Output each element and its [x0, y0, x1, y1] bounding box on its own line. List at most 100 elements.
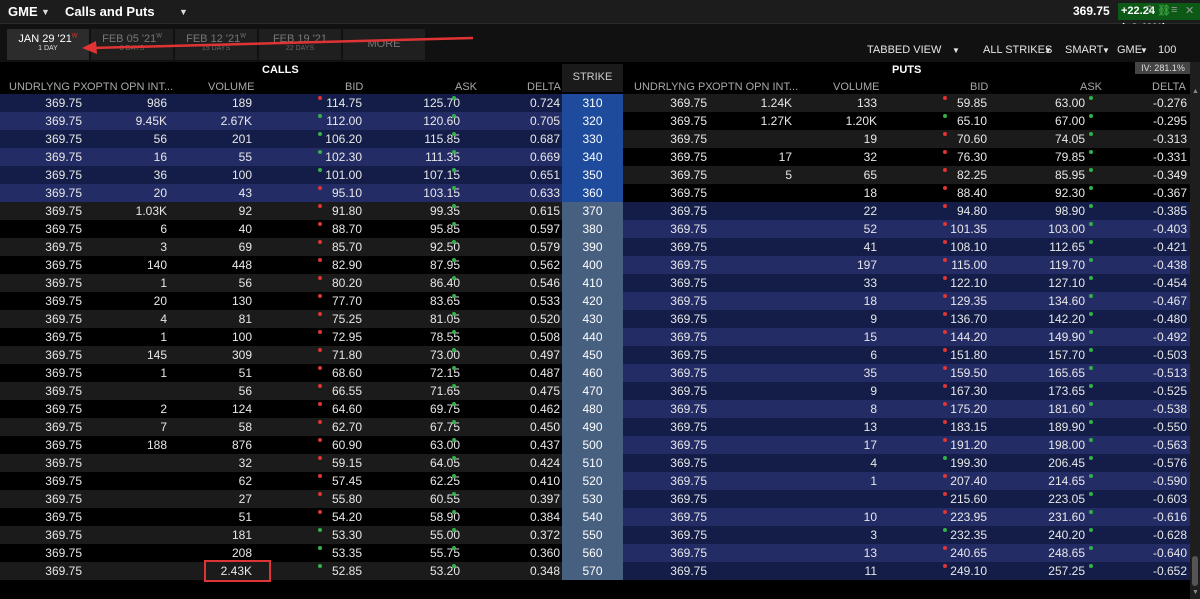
put-delta-cell[interactable]: -0.603 — [1153, 492, 1187, 506]
table-row[interactable]: 369.75 1 100 72.95 78.55 0.508 369.75 15 144.20 1… — [0, 328, 1190, 346]
put-undrlyng-px-cell[interactable]: 369.75 — [670, 330, 707, 344]
call-delta-cell[interactable]: 0.397 — [530, 492, 560, 506]
call-volume-cell[interactable]: 81 — [239, 312, 252, 326]
put-undrlyng-px-cell[interactable]: 369.75 — [670, 114, 707, 128]
call-bid-cell[interactable]: 75.25 — [332, 312, 362, 326]
caret-down-icon[interactable]: ▼ — [952, 46, 960, 55]
put-volume-cell[interactable]: 52 — [864, 222, 877, 236]
put-ask-cell[interactable]: 257.25 — [1048, 564, 1085, 578]
table-row[interactable]: 369.75 2.43K 52.85 53.20 0.348 369.75 11 249.10… — [0, 560, 1190, 582]
put-delta-cell[interactable]: -0.513 — [1153, 366, 1187, 380]
call-bid-cell[interactable]: 55.80 — [332, 492, 362, 506]
call-volume-cell[interactable]: 201 — [232, 132, 252, 146]
call-bid-cell[interactable]: 59.15 — [332, 456, 362, 470]
put-delta-cell[interactable]: -0.550 — [1153, 420, 1187, 434]
call-bid-cell[interactable]: 57.45 — [332, 474, 362, 488]
call-open-interest-cell[interactable]: 7 — [160, 420, 167, 434]
call-undrlyng-px-cell[interactable]: 369.75 — [45, 150, 82, 164]
put-ask-cell[interactable]: 231.60 — [1048, 510, 1085, 524]
table-row[interactable]: 369.75 36 100 101.00 107.15 0.651 369.75 5 65 82.… — [0, 166, 1190, 184]
table-row[interactable]: 369.75 6 40 88.70 95.85 0.597 369.75 52 101.35 10… — [0, 220, 1190, 238]
call-bid-cell[interactable]: 66.55 — [332, 384, 362, 398]
put-bid-cell[interactable]: 151.80 — [950, 348, 987, 362]
put-open-interest-cell[interactable]: 17 — [779, 150, 792, 164]
call-undrlyng-px-cell[interactable]: 369.75 — [45, 402, 82, 416]
put-undrlyng-px-cell[interactable]: 369.75 — [670, 510, 707, 524]
call-open-interest-cell[interactable]: 145 — [147, 348, 167, 362]
strike-cell[interactable]: 430 — [562, 310, 623, 328]
table-row[interactable]: 369.75 56 66.55 71.65 0.475 369.75 9 167.30 173.… — [0, 382, 1190, 400]
put-undrlyng-px-cell[interactable]: 369.75 — [670, 132, 707, 146]
call-delta-cell[interactable]: 0.579 — [530, 240, 560, 254]
call-undrlyng-px-cell[interactable]: 369.75 — [45, 222, 82, 236]
put-delta-cell[interactable]: -0.652 — [1153, 564, 1187, 578]
call-delta-cell[interactable]: 0.487 — [530, 366, 560, 380]
call-volume-cell[interactable]: 43 — [239, 186, 252, 200]
put-ask-cell[interactable]: 98.90 — [1055, 204, 1085, 218]
call-delta-cell[interactable]: 0.475 — [530, 384, 560, 398]
call-undrlyng-px-cell[interactable]: 369.75 — [45, 420, 82, 434]
call-open-interest-cell[interactable]: 6 — [160, 222, 167, 236]
put-undrlyng-px-cell[interactable]: 369.75 — [670, 348, 707, 362]
call-undrlyng-px-cell[interactable]: 369.75 — [45, 240, 82, 254]
put-ask-cell[interactable]: 92.30 — [1055, 186, 1085, 200]
put-bid-cell[interactable]: 191.20 — [950, 438, 987, 452]
put-volume-cell[interactable]: 18 — [864, 186, 877, 200]
call-volume-cell[interactable]: 181 — [232, 528, 252, 542]
put-volume-cell[interactable]: 65 — [864, 168, 877, 182]
call-bid-cell[interactable]: 106.20 — [325, 132, 362, 146]
put-undrlyng-px-cell[interactable]: 369.75 — [670, 402, 707, 416]
put-bid-cell[interactable]: 129.35 — [950, 294, 987, 308]
put-ask-cell[interactable]: 119.70 — [1049, 258, 1085, 272]
table-row[interactable]: 369.75 1 56 80.20 86.40 0.546 369.75 33 122.10 12… — [0, 274, 1190, 292]
put-bid-cell[interactable]: 76.30 — [957, 150, 987, 164]
put-volume-cell[interactable]: 33 — [864, 276, 877, 290]
put-ask-cell[interactable]: 149.90 — [1048, 330, 1085, 344]
strike-cell[interactable]: 360 — [562, 184, 623, 202]
put-delta-cell[interactable]: -0.616 — [1153, 510, 1187, 524]
put-volume-cell[interactable]: 4 — [870, 456, 877, 470]
put-volume-cell[interactable]: 197 — [857, 258, 877, 272]
put-volume-cell[interactable]: 3 — [870, 528, 877, 542]
strike-cell[interactable]: 450 — [562, 346, 623, 364]
table-row[interactable]: 369.75 2 124 64.60 69.75 0.462 369.75 8 175.20 18… — [0, 400, 1190, 418]
call-volume-cell[interactable]: 40 — [239, 222, 252, 236]
call-bid-cell[interactable]: 53.30 — [332, 528, 362, 542]
table-row[interactable]: 369.75 62 57.45 62.25 0.410 369.75 1 207.40 214.… — [0, 472, 1190, 490]
put-delta-cell[interactable]: -0.403 — [1153, 222, 1187, 236]
strike-cell[interactable]: 350 — [562, 166, 623, 184]
put-ask-cell[interactable]: 134.60 — [1048, 294, 1085, 308]
put-delta-cell[interactable]: -0.503 — [1153, 348, 1187, 362]
strike-cell[interactable]: 410 — [562, 274, 623, 292]
put-bid-cell[interactable]: 82.25 — [957, 168, 987, 182]
table-row[interactable]: 369.75 1 51 68.60 72.15 0.487 369.75 35 159.50 16… — [0, 364, 1190, 382]
put-ask-cell[interactable]: 63.00 — [1055, 96, 1085, 110]
underlying-selector[interactable]: GME — [1117, 44, 1142, 56]
put-volume-cell[interactable]: 9 — [870, 312, 877, 326]
put-delta-cell[interactable]: -0.563 — [1153, 438, 1187, 452]
call-delta-cell[interactable]: 0.450 — [530, 420, 560, 434]
tab-jan-29[interactable]: JAN 29 '21W 1 DAY — [7, 29, 89, 60]
call-open-interest-cell[interactable]: 20 — [154, 294, 167, 308]
call-open-interest-cell[interactable]: 1 — [160, 276, 167, 290]
put-delta-cell[interactable]: -0.525 — [1153, 384, 1187, 398]
call-undrlyng-px-cell[interactable]: 369.75 — [45, 492, 82, 506]
table-row[interactable]: 369.75 1.03K 92 91.80 99.35 0.615 369.75 22 94.8… — [0, 202, 1190, 220]
table-row[interactable]: 369.75 20 43 95.10 103.15 0.633 369.75 18 88.40 9… — [0, 184, 1190, 202]
call-open-interest-cell[interactable]: 36 — [154, 168, 167, 182]
put-undrlyng-px-cell[interactable]: 369.75 — [670, 240, 707, 254]
call-open-interest-cell[interactable]: 4 — [160, 312, 167, 326]
put-bid-cell[interactable]: 59.85 — [957, 96, 987, 110]
strike-cell[interactable]: 320 — [562, 112, 623, 130]
put-bid-cell[interactable]: 108.10 — [950, 240, 987, 254]
call-undrlyng-px-cell[interactable]: 369.75 — [45, 204, 82, 218]
call-delta-cell[interactable]: 0.562 — [530, 258, 560, 272]
call-undrlyng-px-cell[interactable]: 369.75 — [45, 384, 82, 398]
put-volume-cell[interactable]: 17 — [864, 438, 877, 452]
table-row[interactable]: 369.75 3 69 85.70 92.50 0.579 369.75 41 108.10 11… — [0, 238, 1190, 256]
put-undrlyng-px-cell[interactable]: 369.75 — [670, 204, 707, 218]
put-bid-cell[interactable]: 249.10 — [950, 564, 987, 578]
put-delta-cell[interactable]: -0.576 — [1153, 456, 1187, 470]
put-open-interest-cell[interactable]: 5 — [785, 168, 792, 182]
put-delta-cell[interactable]: -0.438 — [1153, 258, 1187, 272]
